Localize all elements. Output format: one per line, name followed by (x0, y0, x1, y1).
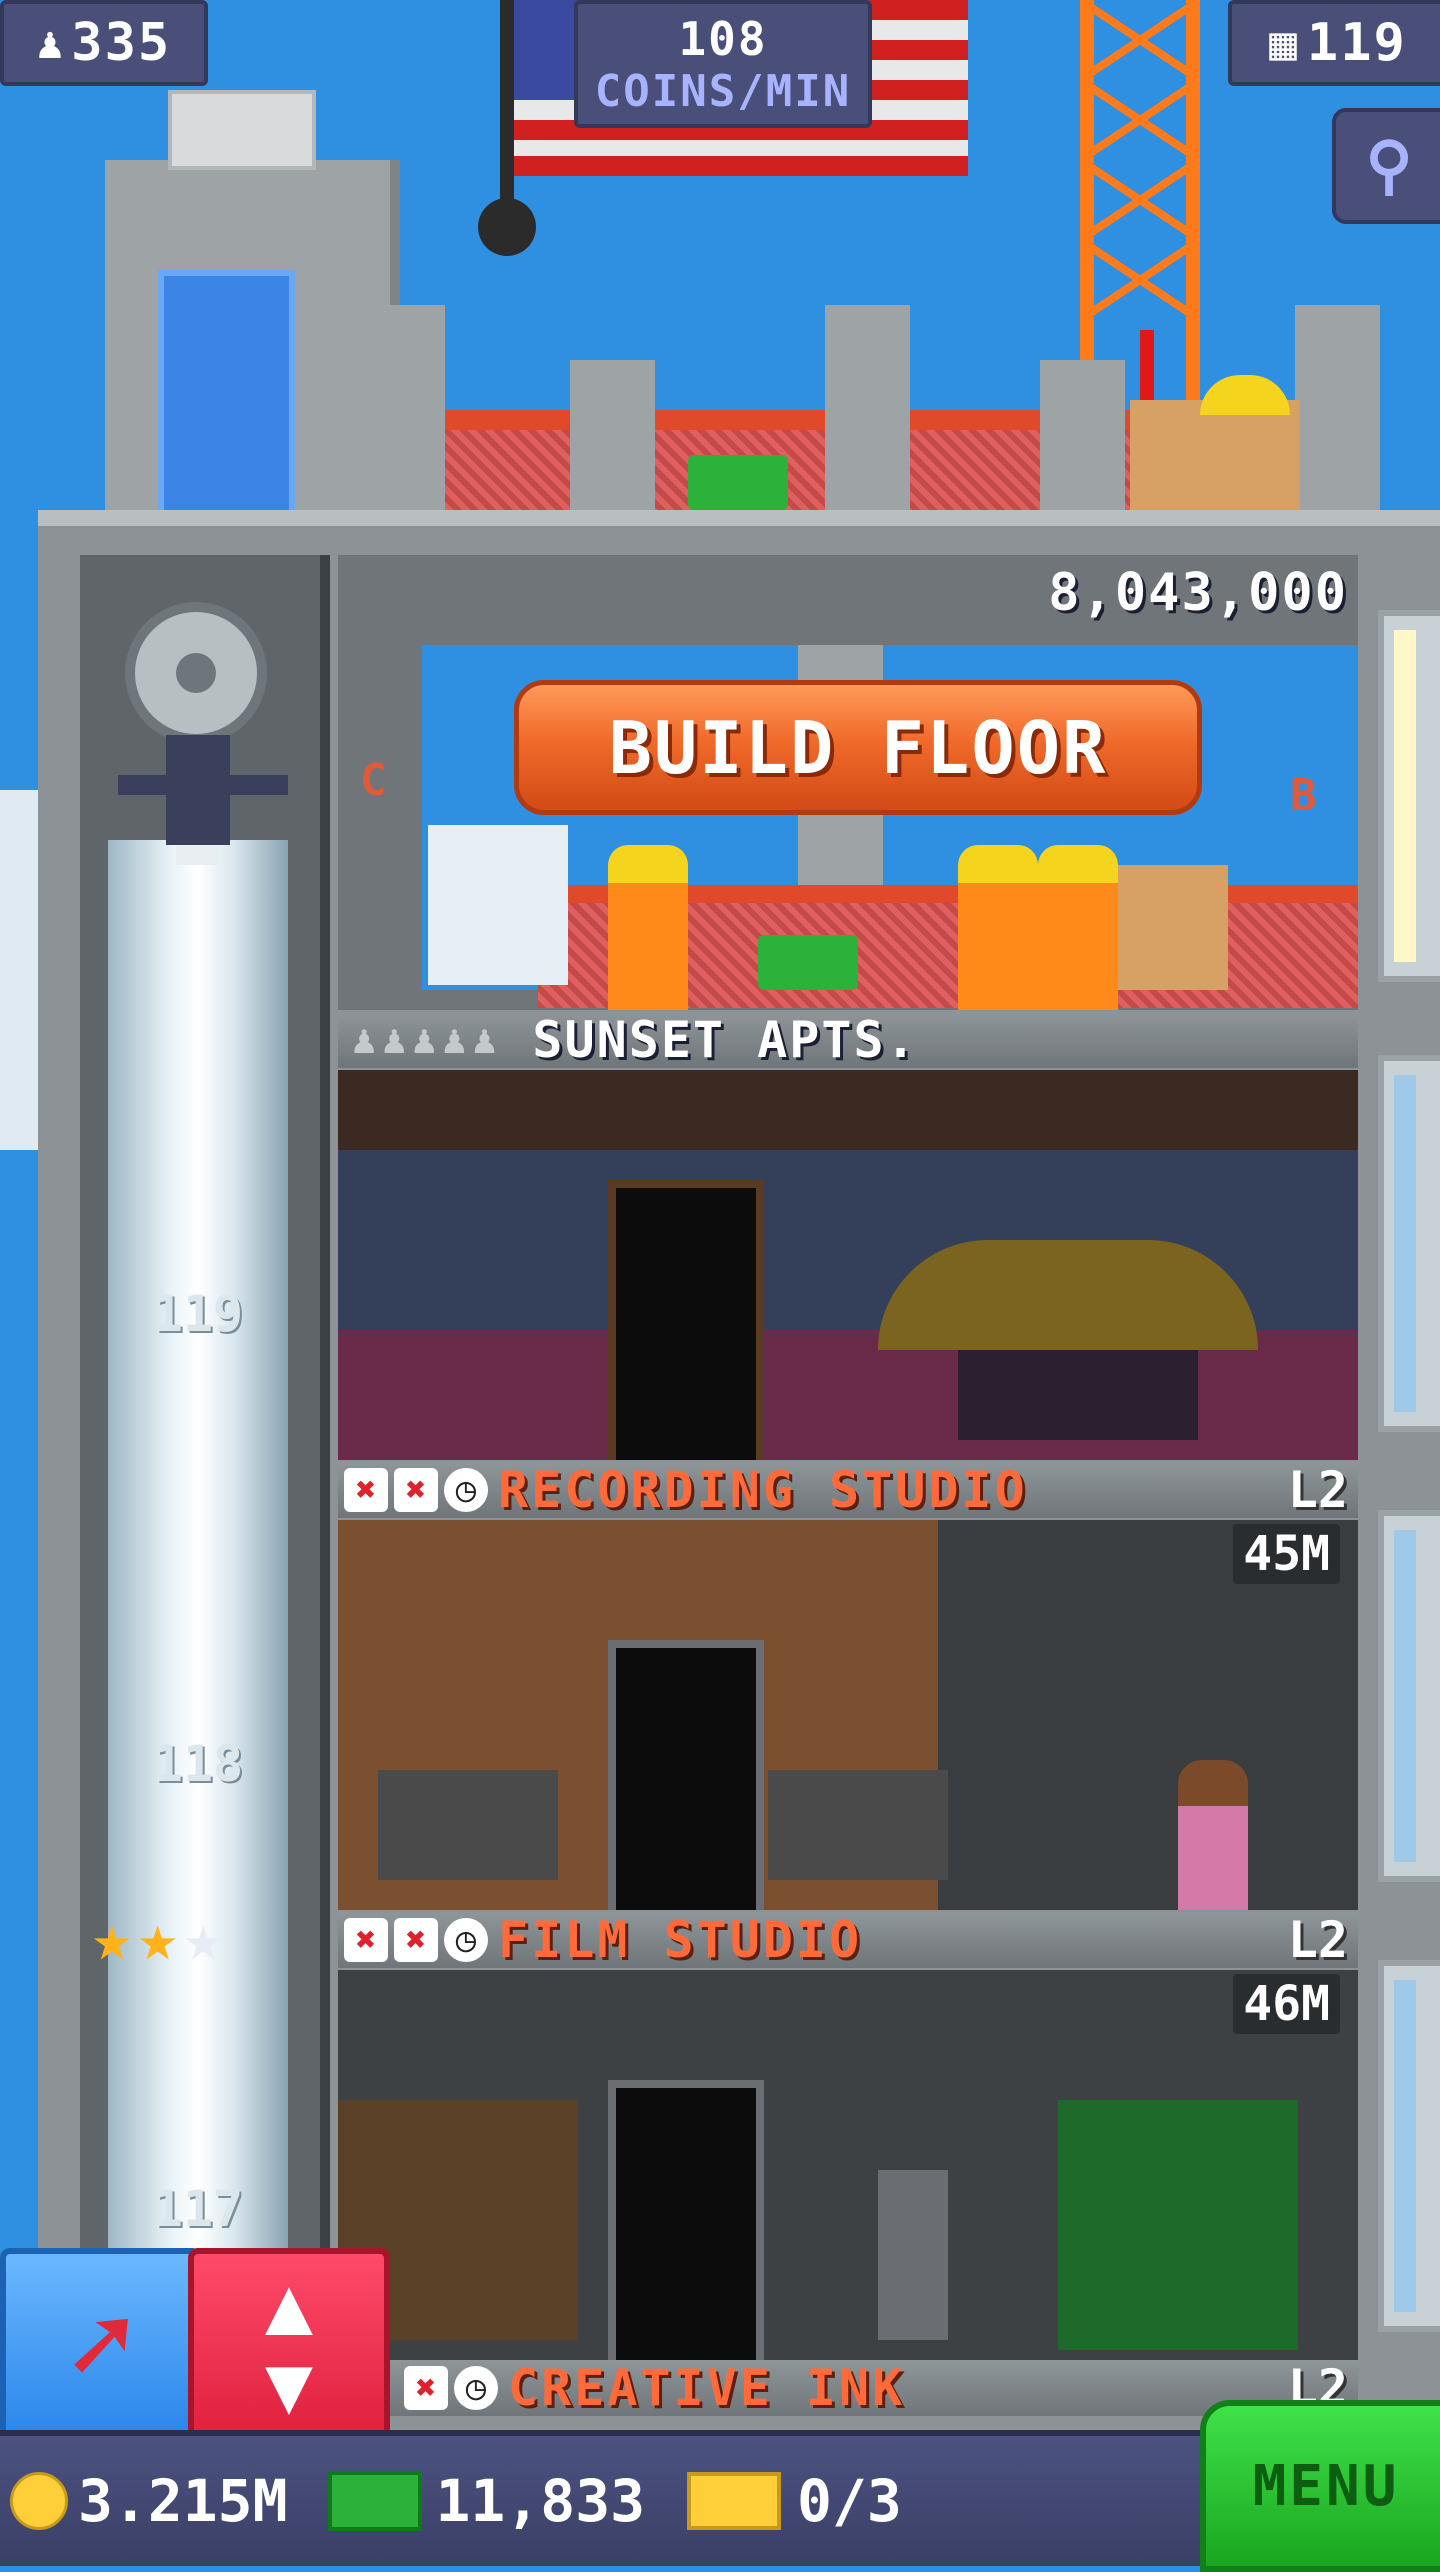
roof-pillar (825, 305, 910, 510)
person-icon: ♟ (36, 17, 66, 69)
tower-window (1378, 1960, 1440, 2332)
edit-floor-button[interactable]: ➚ (0, 2248, 202, 2442)
ticket-icon (687, 2472, 782, 2530)
roof-ac-unit (168, 90, 316, 170)
floor-label-film-studio[interactable]: ✖ ✖ ◷ FILM STUDIO L2 (338, 1911, 1358, 1969)
roof-pillar (1040, 360, 1125, 510)
tower-window (1378, 610, 1440, 982)
build-floor-button[interactable]: BUILD FLOOR (514, 680, 1202, 815)
sunset-sofa (958, 1350, 1198, 1440)
tickets-value: 0/3 (797, 2467, 902, 2535)
x-icon: ✖ (344, 1918, 388, 1962)
floor-name: FILM STUDIO (498, 1911, 863, 1969)
mixing-desk (768, 1770, 948, 1880)
elevator-floor-number: 118 (152, 1735, 244, 1793)
clock-icon: ◷ (454, 2366, 498, 2410)
construction-worker (1038, 845, 1118, 1010)
floor-level: L2 (1287, 1461, 1348, 1519)
green-screen (1058, 2100, 1298, 2350)
elevator-motor[interactable] (118, 595, 288, 875)
floor-name: CREATIVE INK (508, 2359, 906, 2417)
clock-icon: ◷ (444, 1918, 488, 1962)
menu-button[interactable]: MENU (1200, 2400, 1440, 2572)
floor-recording-studio[interactable]: 45M (338, 1520, 1358, 1910)
tower-window (1378, 1510, 1440, 1882)
floor-label-creative-ink[interactable]: ✖ ◷ CREATIVE INK L2 (338, 2359, 1358, 2417)
x-icon: ✖ (394, 1918, 438, 1962)
wrecking-ball (478, 198, 536, 256)
zoom-button[interactable]: ⚲ (1332, 108, 1440, 224)
coins-per-min-value: 108 (678, 11, 768, 66)
floor-label-recording-studio[interactable]: ✖ ✖ ◷ RECORDING STUDIO L2 (338, 1461, 1358, 1519)
pencil-arrow-icon: ➚ (67, 2281, 135, 2409)
toolbox (758, 935, 858, 990)
roof-pillar (570, 360, 655, 510)
elevator-updown-icon: ▲ ▼ (264, 2258, 314, 2431)
crane-hook (500, 0, 514, 210)
star-rating: ★ ★ ★ (92, 1905, 312, 1975)
floor-name: SUNSET APTS. (532, 1011, 918, 1069)
floors-value: 119 (1306, 13, 1407, 73)
floor-name: RECORDING STUDIO (498, 1461, 1028, 1519)
roof-pillar (360, 305, 445, 510)
build-cost: 8,043,000 (1048, 563, 1348, 623)
floors-counter[interactable]: ▦ 119 (1228, 0, 1440, 86)
x-icon: ✖ (344, 1468, 388, 1512)
coins-value: 3.215M (78, 2467, 288, 2535)
cement-bags (428, 825, 568, 985)
x-icon: ✖ (404, 2366, 448, 2410)
population-value: 335 (71, 13, 172, 73)
elevator-floor-number: 117 (152, 2180, 244, 2238)
building-icon: ▦ (1269, 16, 1299, 70)
mixing-desk (378, 1770, 558, 1880)
toolbox (688, 455, 788, 510)
floor-film-studio[interactable]: 46M (338, 1970, 1358, 2360)
magnifier-icon: ⚲ (1365, 129, 1415, 203)
cloud (0, 790, 40, 1150)
star-icon: ★ (183, 1899, 224, 1976)
bux-icon (327, 2471, 422, 2531)
roof-pillar (1295, 305, 1380, 510)
elevator-floor-number: 119 (152, 1285, 244, 1343)
star-icon: ★ (92, 1899, 132, 1976)
floor-cost: 46M (1233, 1974, 1340, 2034)
construction-floor[interactable]: C B 8,043,000 BUILD FLOOR (338, 555, 1358, 1010)
floor-label-sunset-apts[interactable]: ♟♟♟♟♟ SUNSET APTS. (338, 1011, 1358, 1069)
menu-label: MENU (1252, 2453, 1400, 2519)
elevator-button[interactable]: ▲ ▼ (188, 2248, 390, 2442)
construction-left-sign: C (360, 755, 389, 806)
camera (878, 2170, 948, 2340)
floor-level: L2 (1287, 1911, 1348, 1969)
studio-door (608, 2080, 764, 2360)
sunset-sun (878, 1240, 1258, 1350)
population-counter[interactable]: ♟ 335 (0, 0, 208, 86)
crates (1118, 865, 1228, 990)
star-icon: ★ (137, 1899, 178, 1976)
coin-icon (10, 2472, 68, 2530)
construction-right-sign: B (1290, 770, 1319, 821)
tower-window (1378, 1055, 1440, 1432)
studio-door (608, 1640, 764, 1910)
crane-tower (1077, 0, 1203, 410)
build-floor-label: BUILD FLOOR (608, 705, 1108, 790)
apartment-door (608, 1180, 764, 1460)
coins-per-min-unit: COINS/MIN (594, 65, 852, 117)
construction-worker (958, 845, 1038, 1010)
hardhats (1200, 375, 1290, 415)
roof-door (158, 270, 295, 522)
coins-per-min-display: 108 COINS/MIN (574, 0, 872, 128)
bux-value: 11,833 (435, 2467, 646, 2535)
floor-sunset-apts[interactable] (338, 1070, 1358, 1460)
crates (1130, 400, 1300, 510)
x-icon: ✖ (394, 1468, 438, 1512)
musician (1178, 1760, 1248, 1910)
floor-cost: 45M (1233, 1524, 1340, 1584)
clock-icon: ◷ (444, 1468, 488, 1512)
resident-slots: ♟♟♟♟♟ (352, 1017, 503, 1063)
construction-worker (608, 845, 688, 1010)
